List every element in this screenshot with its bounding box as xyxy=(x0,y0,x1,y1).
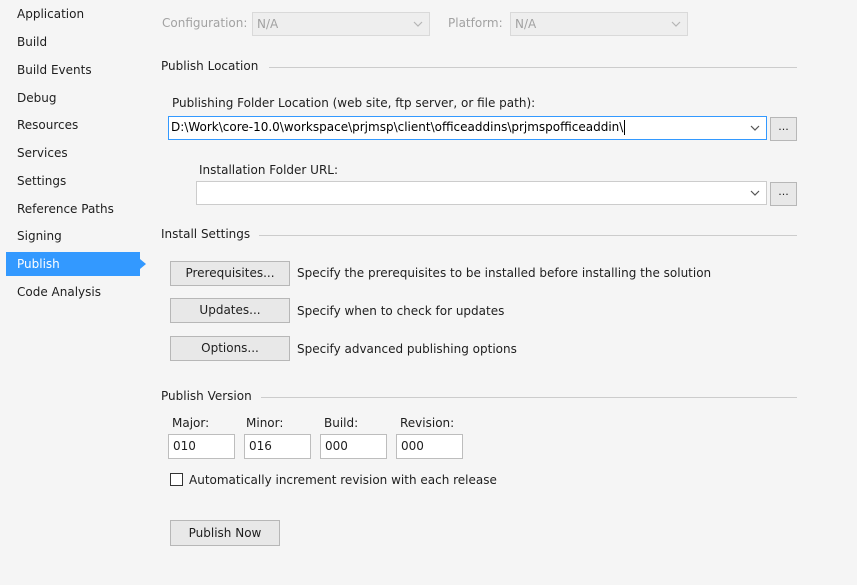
platform-dropdown[interactable]: N/A xyxy=(510,12,688,36)
publishing-folder-combo[interactable]: D:\Work\core-10.0\workspace\prjmsp\clien… xyxy=(168,116,767,140)
sidebar-item-application[interactable]: Application xyxy=(6,2,140,26)
platform-value: N/A xyxy=(515,17,537,31)
auto-increment-label[interactable]: Automatically increment revision with ea… xyxy=(189,473,497,487)
auto-increment-checkbox[interactable] xyxy=(170,473,183,486)
chevron-down-icon[interactable] xyxy=(750,123,760,133)
sidebar-item-code-analysis[interactable]: Code Analysis xyxy=(6,280,140,304)
major-input[interactable]: 010 xyxy=(168,434,235,459)
sidebar: Application Build Build Events Debug Res… xyxy=(0,0,150,585)
sidebar-item-resources[interactable]: Resources xyxy=(6,113,140,137)
prerequisites-button[interactable]: Prerequisites... xyxy=(170,261,290,286)
configuration-dropdown[interactable]: N/A xyxy=(252,12,430,36)
installation-url-label: Installation Folder URL: xyxy=(199,163,339,177)
section-divider xyxy=(269,67,797,68)
minor-label: Minor: xyxy=(246,416,284,430)
revision-label: Revision: xyxy=(400,416,455,430)
section-title: Install Settings xyxy=(161,227,251,241)
configuration-label: Configuration: xyxy=(162,16,248,30)
section-divider xyxy=(259,235,797,236)
minor-input[interactable]: 016 xyxy=(244,434,311,459)
section-title: Publish Location xyxy=(161,59,259,73)
installation-url-combo[interactable] xyxy=(196,181,767,205)
publish-location-section: Publish Location xyxy=(161,59,797,75)
build-input[interactable]: 000 xyxy=(320,434,387,459)
platform-label: Platform: xyxy=(448,16,503,30)
publish-version-section: Publish Version xyxy=(161,389,797,405)
build-label: Build: xyxy=(324,416,359,430)
selection-arrow-icon xyxy=(140,259,146,269)
major-label: Major: xyxy=(172,416,210,430)
revision-input[interactable]: 000 xyxy=(396,434,463,459)
sidebar-item-services[interactable]: Services xyxy=(6,141,140,165)
publish-now-button[interactable]: Publish Now xyxy=(170,520,280,546)
updates-description: Specify when to check for updates xyxy=(297,304,505,318)
section-divider xyxy=(261,397,797,398)
sidebar-item-settings[interactable]: Settings xyxy=(6,169,140,193)
options-button[interactable]: Options... xyxy=(170,336,290,361)
sidebar-item-signing[interactable]: Signing xyxy=(6,224,140,248)
options-description: Specify advanced publishing options xyxy=(297,342,517,356)
updates-button[interactable]: Updates... xyxy=(170,298,290,323)
prerequisites-description: Specify the prerequisites to be installe… xyxy=(297,266,712,280)
browse-folder-button[interactable]: ... xyxy=(770,117,797,141)
chevron-down-icon xyxy=(671,21,681,27)
sidebar-item-publish[interactable]: Publish xyxy=(6,252,140,276)
chevron-down-icon[interactable] xyxy=(750,188,760,198)
browse-url-button[interactable]: ... xyxy=(770,182,797,206)
sidebar-item-build[interactable]: Build xyxy=(6,30,140,54)
chevron-down-icon xyxy=(413,21,423,27)
install-settings-section: Install Settings xyxy=(161,227,797,243)
text-caret xyxy=(624,120,626,135)
configuration-value: N/A xyxy=(257,17,279,31)
section-title: Publish Version xyxy=(161,389,252,403)
sidebar-item-build-events[interactable]: Build Events xyxy=(6,58,140,82)
publishing-folder-label: Publishing Folder Location (web site, ft… xyxy=(172,96,536,110)
sidebar-item-reference-paths[interactable]: Reference Paths xyxy=(6,197,140,221)
publishing-folder-value: D:\Work\core-10.0\workspace\prjmsp\clien… xyxy=(171,120,626,135)
sidebar-item-debug[interactable]: Debug xyxy=(6,86,140,110)
